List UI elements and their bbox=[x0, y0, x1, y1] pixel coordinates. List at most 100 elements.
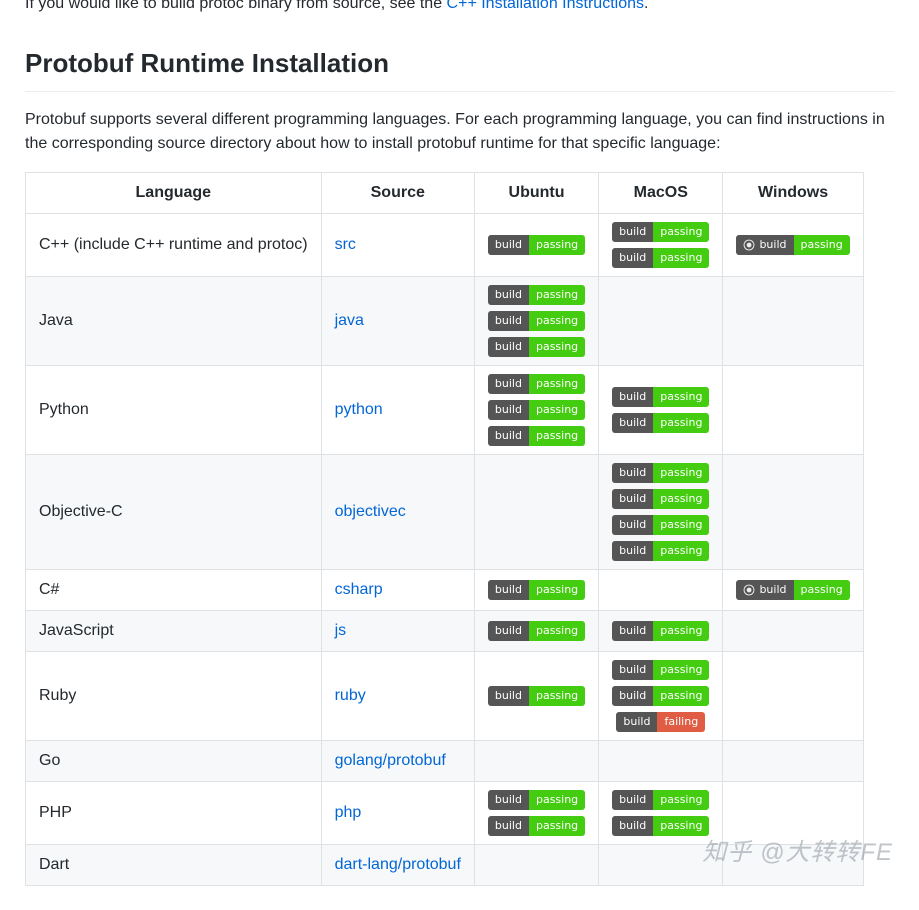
table-row: Dart dart-lang/protobuf bbox=[26, 845, 864, 886]
table-row: Go golang/protobuf bbox=[26, 741, 864, 782]
build-badge[interactable]: buildpassing bbox=[488, 337, 585, 357]
source-link[interactable]: src bbox=[335, 236, 356, 253]
table-row: C++ (include C++ runtime and protoc)srcb… bbox=[26, 214, 864, 277]
appveyor-icon bbox=[743, 239, 755, 251]
appveyor-icon bbox=[743, 584, 755, 596]
build-badge[interactable]: buildpassing bbox=[612, 541, 709, 561]
badge-cell bbox=[599, 570, 723, 611]
build-badge[interactable]: buildpassing bbox=[612, 248, 709, 268]
build-badge[interactable]: buildpassing bbox=[488, 374, 585, 394]
source-link[interactable]: objectivec bbox=[335, 503, 406, 520]
language-cell: C# bbox=[26, 570, 322, 611]
language-cell: Ruby bbox=[26, 652, 322, 741]
table-row: Rubyrubybuildpassingbuildpassingbuildpas… bbox=[26, 652, 864, 741]
badge-cell bbox=[723, 741, 863, 782]
badge-cell bbox=[723, 782, 863, 845]
build-badge[interactable]: buildpassing bbox=[612, 686, 709, 706]
build-badge[interactable]: buildpassing bbox=[612, 222, 709, 242]
source-link[interactable]: golang/protobuf bbox=[335, 752, 446, 769]
source-link[interactable]: ruby bbox=[335, 687, 366, 704]
source-cell: java bbox=[321, 277, 474, 366]
badge-cell bbox=[474, 741, 598, 782]
badge-cell: buildpassing buildpassing bbox=[599, 782, 723, 845]
badge-cell: buildpassing bbox=[723, 214, 863, 277]
build-badge[interactable]: buildpassing bbox=[612, 413, 709, 433]
table-header: Source bbox=[321, 173, 474, 214]
build-badge[interactable]: buildpassing bbox=[736, 235, 849, 255]
badge-cell bbox=[723, 611, 863, 652]
section-heading: Protobuf Runtime Installation bbox=[25, 44, 894, 92]
build-badge[interactable]: buildfailing bbox=[616, 712, 705, 732]
language-cell: Go bbox=[26, 741, 322, 782]
language-cell: Dart bbox=[26, 845, 322, 886]
source-cell: php bbox=[321, 782, 474, 845]
language-cell: Java bbox=[26, 277, 322, 366]
source-link[interactable]: python bbox=[335, 401, 383, 418]
badge-cell: buildpassing bbox=[723, 570, 863, 611]
table-header: Language bbox=[26, 173, 322, 214]
source-link[interactable]: java bbox=[335, 312, 364, 329]
language-cell: Python bbox=[26, 366, 322, 455]
build-badge[interactable]: buildpassing bbox=[612, 816, 709, 836]
intro-suffix: . bbox=[644, 0, 648, 12]
badge-cell: buildpassing bbox=[474, 570, 598, 611]
runtime-table: LanguageSourceUbuntuMacOSWindows C++ (in… bbox=[25, 172, 864, 886]
table-row: C# csharp buildpassing buildpassing bbox=[26, 570, 864, 611]
source-cell: src bbox=[321, 214, 474, 277]
source-link[interactable]: csharp bbox=[335, 581, 383, 598]
build-badge[interactable]: buildpassing bbox=[612, 660, 709, 680]
source-link[interactable]: dart-lang/protobuf bbox=[335, 856, 461, 873]
build-badge[interactable]: buildpassing bbox=[488, 816, 585, 836]
source-cell: js bbox=[321, 611, 474, 652]
build-badge[interactable]: buildpassing bbox=[612, 489, 709, 509]
section-paragraph: Protobuf supports several different prog… bbox=[25, 108, 894, 156]
badge-cell bbox=[599, 845, 723, 886]
build-badge[interactable]: buildpassing bbox=[612, 621, 709, 641]
build-badge[interactable]: buildpassing bbox=[612, 463, 709, 483]
table-row: JavaScript js buildpassing buildpassing bbox=[26, 611, 864, 652]
source-link[interactable]: php bbox=[335, 804, 362, 821]
build-badge[interactable]: buildpassing bbox=[736, 580, 849, 600]
badge-cell: buildpassing bbox=[599, 611, 723, 652]
build-badge[interactable]: buildpassing bbox=[488, 400, 585, 420]
table-row: PHPphpbuildpassingbuildpassingbuildpassi… bbox=[26, 782, 864, 845]
build-badge[interactable]: buildpassing bbox=[488, 580, 585, 600]
badge-cell: buildpassing bbox=[474, 611, 598, 652]
build-badge[interactable]: buildpassing bbox=[488, 790, 585, 810]
build-badge[interactable]: buildpassing bbox=[612, 790, 709, 810]
source-cell: objectivec bbox=[321, 455, 474, 570]
build-badge[interactable]: buildpassing bbox=[488, 235, 585, 255]
badge-cell bbox=[599, 277, 723, 366]
badge-cell: buildpassing buildpassing buildpassing bbox=[474, 277, 598, 366]
language-cell: PHP bbox=[26, 782, 322, 845]
language-cell: JavaScript bbox=[26, 611, 322, 652]
intro-paragraph: If you would like to build protoc binary… bbox=[25, 0, 894, 16]
build-badge[interactable]: buildpassing bbox=[488, 426, 585, 446]
build-badge[interactable]: buildpassing bbox=[488, 311, 585, 331]
badge-cell bbox=[723, 455, 863, 570]
source-cell: python bbox=[321, 366, 474, 455]
build-badge[interactable]: buildpassing bbox=[488, 621, 585, 641]
source-cell: ruby bbox=[321, 652, 474, 741]
source-link[interactable]: js bbox=[335, 622, 347, 639]
build-badge[interactable]: buildpassing bbox=[488, 285, 585, 305]
table-header: MacOS bbox=[599, 173, 723, 214]
table-row: Pythonpythonbuildpassingbuildpassingbuil… bbox=[26, 366, 864, 455]
build-badge[interactable]: buildpassing bbox=[488, 686, 585, 706]
badge-cell bbox=[723, 366, 863, 455]
badge-cell bbox=[599, 741, 723, 782]
cpp-install-link[interactable]: C++ Installation Instructions bbox=[447, 0, 644, 12]
build-badge[interactable]: buildpassing bbox=[612, 387, 709, 407]
table-header: Windows bbox=[723, 173, 863, 214]
badge-cell: buildpassing bbox=[474, 214, 598, 277]
badge-cell bbox=[474, 455, 598, 570]
build-badge[interactable]: buildpassing bbox=[612, 515, 709, 535]
badge-cell: buildpassing buildpassing buildfailing bbox=[599, 652, 723, 741]
table-header: Ubuntu bbox=[474, 173, 598, 214]
intro-prefix: If you would like to build protoc binary… bbox=[25, 0, 447, 12]
badge-cell: buildpassing buildpassing buildpassing bbox=[474, 366, 598, 455]
source-cell: golang/protobuf bbox=[321, 741, 474, 782]
badge-cell bbox=[723, 652, 863, 741]
source-cell: csharp bbox=[321, 570, 474, 611]
badge-cell bbox=[723, 277, 863, 366]
